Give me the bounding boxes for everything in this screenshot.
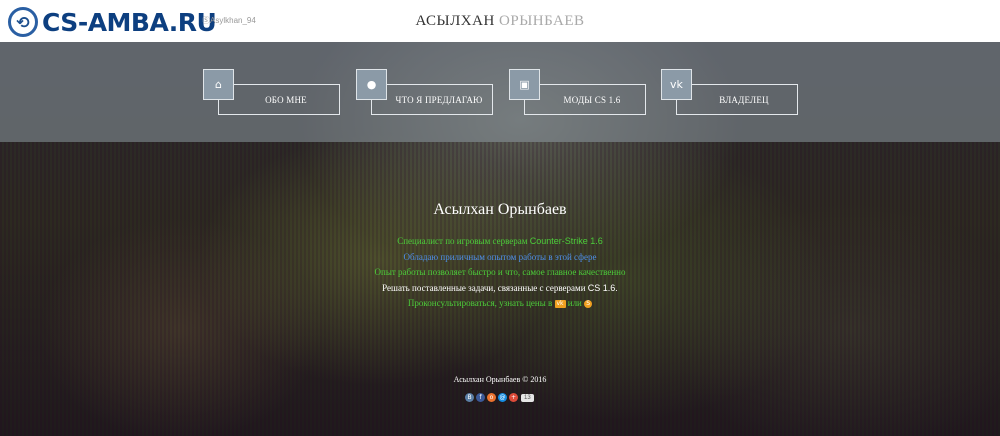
intro-line-1: Специалист по игровым серверам Counter-S…: [0, 236, 1000, 246]
line4-text: Решать поставленные задачи, связанные с …: [382, 283, 588, 293]
nav-label-about[interactable]: ОБО МНЕ: [218, 84, 340, 115]
line5-text: Проконсультироваться, узнать цены в: [407, 298, 555, 308]
footer-copyright: Асылхан Орынбаев © 2016: [453, 375, 547, 384]
social-share-bar: B f o @ + 13: [465, 393, 534, 402]
hero-name: Асылхан Орынбаев: [433, 201, 567, 218]
navigation-band: [0, 42, 1000, 142]
title-first-name: АСЫЛХАН: [415, 13, 495, 29]
nav-label-owner[interactable]: ВЛАДЕЛЕЦ: [676, 84, 798, 115]
vk-icon: vk: [661, 69, 692, 100]
nav-label-mods[interactable]: МОДЫ CS 1.6: [524, 84, 646, 115]
odnoklassniki-share-icon[interactable]: o: [487, 393, 496, 402]
nav-item-owner[interactable]: vk ВЛАДЕЛЕЦ: [661, 69, 800, 116]
nav-label-offer[interactable]: ЧТО Я ПРЕДЛАГАЮ: [371, 84, 493, 115]
vkontakte-share-icon[interactable]: B: [465, 393, 474, 402]
intro-line-4: Решать поставленные задачи, связанные с …: [0, 283, 1000, 293]
user-icon: ●: [356, 69, 387, 100]
top-bar: ⟲ CS-AMBA.RU ⓈAsylkhan_94 АСЫЛХАН ОРЫНБА…: [0, 0, 1000, 42]
skype-link-icon[interactable]: S: [584, 299, 593, 308]
home-icon: ⌂: [203, 69, 234, 100]
vk-link-icon[interactable]: vk: [554, 299, 566, 308]
nav-item-mods[interactable]: ▣ МОДЫ CS 1.6: [509, 69, 648, 116]
mailru-share-icon[interactable]: @: [498, 393, 507, 402]
line1-text: Специалист по игровым серверам: [397, 236, 530, 246]
intro-line-3: Опыт работы позволяет быстро и что, само…: [374, 267, 626, 277]
google-plus-share-icon[interactable]: +: [509, 393, 518, 402]
line4-highlight: CS 1.6.: [587, 283, 618, 293]
title-last-name: ОРЫНБАЕВ: [499, 13, 585, 29]
share-count: 13: [521, 393, 534, 402]
page-title: АСЫЛХАН ОРЫНБАЕВ: [0, 13, 1000, 30]
intro-line-5: Проконсультироваться, узнать цены в vk и…: [0, 298, 1000, 308]
nav-item-about[interactable]: ⌂ ОБО МНЕ: [203, 69, 342, 116]
image-icon: ▣: [509, 69, 540, 100]
intro-line-2: Обладаю приличным опытом работы в этой с…: [403, 252, 597, 262]
line1-highlight: Counter-Strike 1.6: [529, 236, 603, 246]
facebook-share-icon[interactable]: f: [476, 393, 485, 402]
line5-or: или: [565, 298, 585, 308]
nav-item-offer[interactable]: ● ЧТО Я ПРЕДЛАГАЮ: [356, 69, 495, 116]
